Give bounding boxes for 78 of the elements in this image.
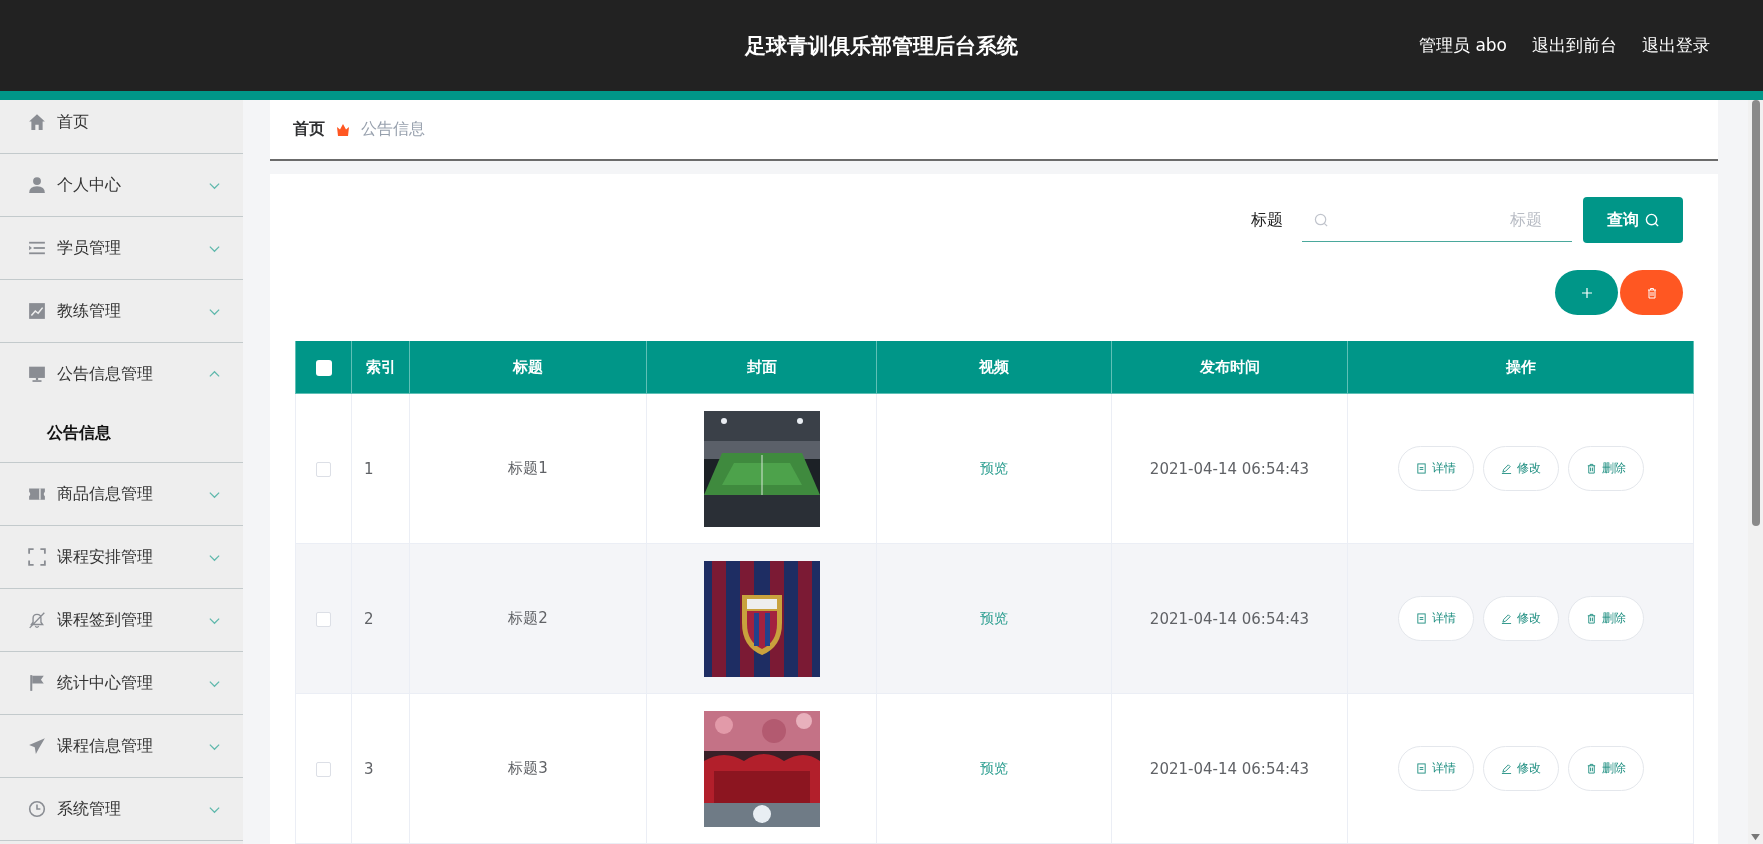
table-cell: 2 — [364, 609, 374, 628]
action-button[interactable]: 修改 — [1482, 746, 1559, 791]
column-header: 封面 — [746, 357, 777, 376]
table-cell: 标题3 — [508, 759, 548, 777]
trash-icon — [1585, 463, 1597, 474]
list-icon — [28, 239, 46, 257]
action-button[interactable]: 修改 — [1482, 596, 1559, 641]
column-header: 标题 — [513, 357, 543, 376]
menu-item[interactable]: 个人中心 — [0, 154, 243, 216]
preview-link[interactable]: 预览 — [980, 460, 1008, 476]
search-icon — [1314, 213, 1329, 228]
action-button[interactable]: 详情 — [1397, 746, 1474, 791]
table-cell: 1 — [364, 459, 374, 478]
row-checkbox[interactable] — [316, 461, 331, 477]
pencil-icon — [1500, 463, 1512, 474]
delete-button[interactable] — [1620, 270, 1683, 315]
flag-icon — [28, 674, 46, 692]
row-checkbox[interactable] — [316, 611, 331, 627]
menu-item[interactable]: 课程安排管理 — [0, 526, 243, 588]
document-icon — [1415, 613, 1427, 624]
menu-item[interactable]: 商品信息管理 — [0, 463, 243, 525]
ticket-icon — [28, 485, 46, 503]
clock-icon — [28, 800, 46, 818]
column-header: 发布时间 — [1199, 357, 1260, 376]
app-title: 足球青训俱乐部管理后台系统 — [745, 32, 1018, 60]
scroll-down-icon[interactable] — [1751, 834, 1760, 841]
submenu-item[interactable]: 公告信息 — [47, 423, 111, 444]
menu-item[interactable]: 系统管理 — [0, 778, 243, 840]
menu-item[interactable]: 学员管理 — [0, 217, 243, 279]
menu-item[interactable]: 首页 — [0, 100, 243, 153]
menu-item[interactable]: 课程签到管理 — [0, 589, 243, 651]
trash-icon — [1585, 613, 1597, 624]
add-button[interactable] — [1555, 270, 1618, 315]
table-cell: 2021-04-14 06:54:43 — [1149, 609, 1310, 628]
user-name: 管理员 abo — [1419, 34, 1507, 57]
trash-icon — [1585, 763, 1597, 774]
plus-icon — [1580, 286, 1593, 299]
document-icon — [1415, 463, 1427, 474]
search-icon — [1644, 212, 1660, 228]
preview-link[interactable]: 预览 — [980, 760, 1008, 776]
action-button[interactable]: 修改 — [1482, 446, 1559, 491]
crown-icon — [336, 122, 350, 137]
search-button[interactable]: 查询 — [1583, 197, 1683, 243]
menu-item[interactable]: 公告信息管理 — [0, 343, 243, 405]
action-button[interactable]: 详情 — [1397, 446, 1474, 491]
action-button[interactable]: 删除 — [1567, 596, 1644, 641]
menu-item[interactable]: 统计中心管理 — [0, 652, 243, 714]
frame-icon — [28, 548, 46, 566]
row-checkbox[interactable] — [316, 761, 331, 777]
breadcrumb-link[interactable]: 首页 — [293, 119, 325, 140]
action-button[interactable]: 详情 — [1397, 596, 1474, 641]
table-cell: 标题1 — [508, 459, 548, 477]
trash-icon — [1645, 286, 1658, 299]
column-header: 视频 — [979, 357, 1009, 376]
field-label: 标题 — [1251, 209, 1283, 231]
select-all-checkbox[interactable] — [315, 359, 332, 376]
table-cell: 2021-04-14 06:54:43 — [1149, 459, 1310, 478]
column-header: 操作 — [1505, 357, 1536, 376]
header-link[interactable]: 退出到前台 — [1532, 34, 1617, 57]
scrollbar-thumb[interactable] — [1751, 100, 1760, 526]
table-cell: 3 — [364, 759, 374, 778]
table-cell: 2021-04-14 06:54:43 — [1149, 759, 1310, 778]
chart-icon — [28, 302, 46, 320]
column-header: 索引 — [365, 357, 396, 376]
pencil-icon — [1500, 763, 1512, 774]
paper-plane-icon — [28, 737, 46, 755]
pencil-icon — [1500, 613, 1512, 624]
header-link[interactable]: 退出登录 — [1642, 34, 1710, 57]
menu-item[interactable]: 课程信息管理 — [0, 715, 243, 777]
monitor-icon — [28, 365, 46, 383]
action-button[interactable]: 删除 — [1567, 746, 1644, 791]
table-cell: 标题2 — [508, 609, 548, 627]
home-icon — [28, 113, 46, 131]
bell-off-icon — [28, 611, 46, 629]
action-button[interactable]: 删除 — [1567, 446, 1644, 491]
document-icon — [1415, 763, 1427, 774]
menu-item[interactable]: 教练管理 — [0, 280, 243, 342]
user-icon — [28, 176, 46, 194]
